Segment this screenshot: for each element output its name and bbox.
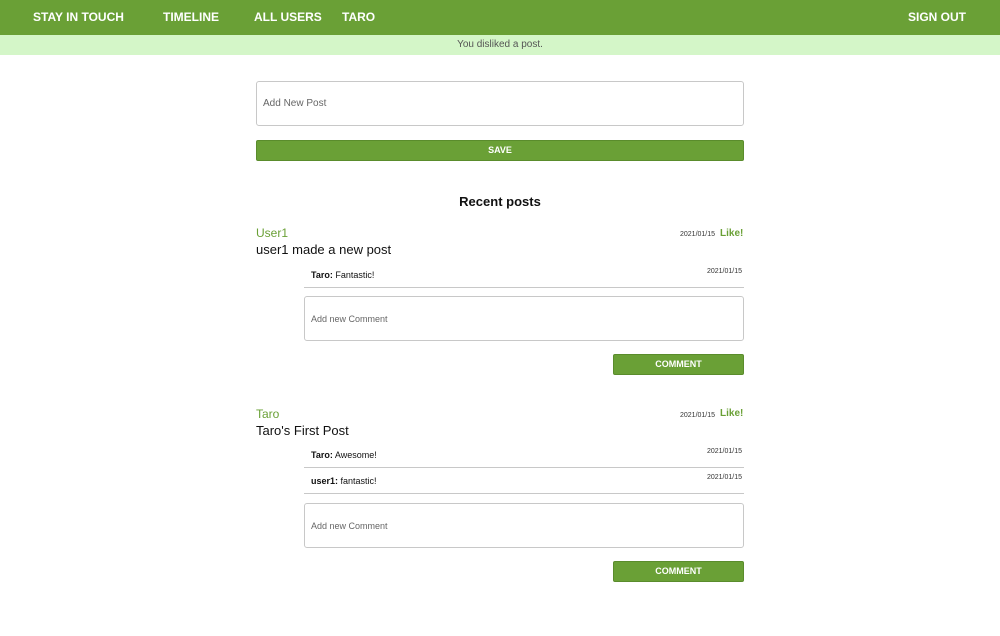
comment-body: Fantastic!	[332, 270, 375, 280]
post-body: user1 made a new post	[256, 242, 392, 257]
comment-body: fantastic!	[338, 476, 377, 486]
comment-body: Awesome!	[332, 450, 377, 460]
nav-current-user-link[interactable]: TARO	[342, 0, 375, 35]
post-date: 2021/01/15	[680, 412, 716, 419]
comment-text: Taro: Fantastic!	[311, 270, 374, 280]
comment-row: user1: fantastic! 2021/01/15	[304, 468, 744, 494]
new-comment-input[interactable]	[304, 296, 744, 341]
save-post-button[interactable]: SAVE	[256, 140, 744, 161]
comment-date: 2021/01/15	[706, 474, 742, 481]
comment-text: user1: fantastic!	[311, 476, 377, 486]
post-author-link[interactable]: Taro	[256, 407, 279, 421]
comment-author: Taro:	[311, 450, 333, 460]
navbar: STAY IN TOUCH TIMELINE ALL USERS TARO SI…	[0, 0, 1000, 35]
nav-brand-link[interactable]: STAY IN TOUCH	[33, 0, 124, 35]
comment-row: Taro: Awesome! 2021/01/15	[304, 442, 744, 468]
comment-text: Taro: Awesome!	[311, 450, 377, 460]
comment-row: Taro: Fantastic! 2021/01/15	[304, 262, 744, 288]
nav-timeline-link[interactable]: TIMELINE	[163, 0, 219, 35]
comment-button[interactable]: COMMENT	[613, 561, 744, 582]
flash-notice: You disliked a post.	[0, 35, 1000, 55]
comment-button[interactable]: COMMENT	[613, 354, 744, 375]
nav-all-users-link[interactable]: ALL USERS	[254, 0, 322, 35]
recent-posts-heading: Recent posts	[459, 194, 541, 209]
comment-author: Taro:	[311, 270, 333, 280]
post-body: Taro's First Post	[256, 423, 349, 438]
post-date: 2021/01/15	[680, 231, 716, 238]
comment-author: user1:	[311, 476, 339, 486]
comment-date: 2021/01/15	[706, 448, 742, 455]
post-author-link[interactable]: User1	[256, 226, 288, 240]
nav-sign-out-link[interactable]: SIGN OUT	[908, 0, 966, 35]
like-link[interactable]: Like!	[720, 228, 743, 239]
comment-date: 2021/01/15	[706, 268, 742, 275]
like-link[interactable]: Like!	[720, 408, 743, 419]
new-comment-input[interactable]	[304, 503, 744, 548]
new-post-input[interactable]	[256, 81, 744, 126]
